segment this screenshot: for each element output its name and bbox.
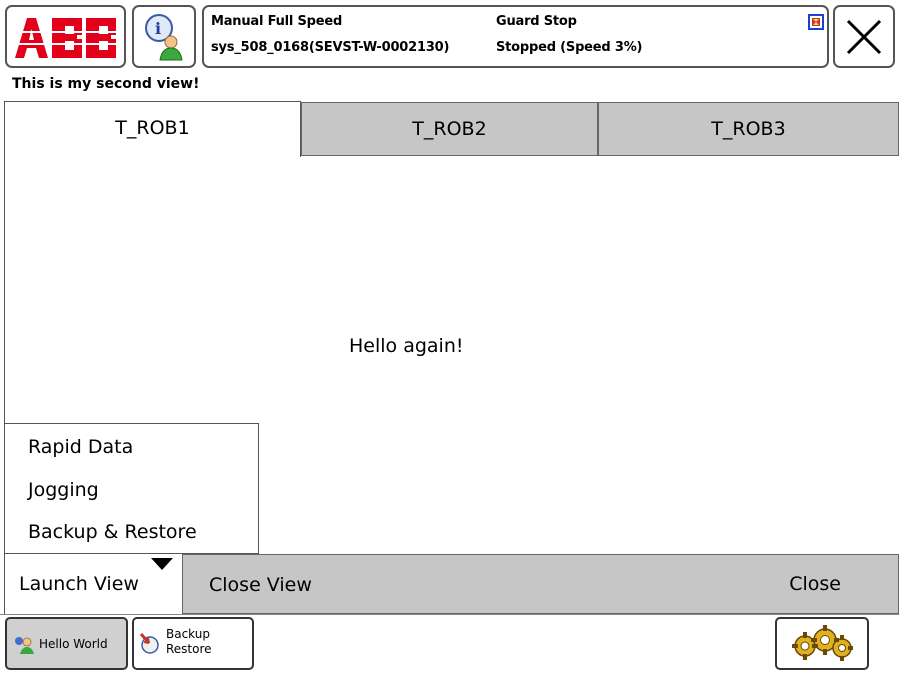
users-icon xyxy=(15,637,34,654)
tab-label: T_ROB3 xyxy=(711,118,786,140)
tab-t-rob1[interactable]: T_ROB1 xyxy=(4,101,301,157)
svg-text:i: i xyxy=(155,19,161,38)
operating-mode: Manual Full Speed xyxy=(211,14,343,29)
status-indicator-icon xyxy=(808,14,824,30)
hello-message: Hello again! xyxy=(349,335,464,357)
gears-icon xyxy=(792,624,853,661)
abb-logo xyxy=(10,17,121,58)
task-backup-restore[interactable]: Backup Restore xyxy=(132,617,254,670)
top-status-bar: i Manual Full Speed Guard Stop sys_508_0… xyxy=(0,0,899,72)
tab-t-rob3[interactable]: T_ROB3 xyxy=(598,102,899,156)
tab-label: T_ROB1 xyxy=(115,117,190,139)
taskbar: Hello World Backup Restore xyxy=(0,614,899,677)
close-button[interactable]: Close xyxy=(789,573,841,595)
abb-menu-button[interactable] xyxy=(5,5,126,68)
menu-caret-icon xyxy=(151,558,173,570)
close-view-button[interactable]: Close View xyxy=(209,574,312,596)
task-hello-world[interactable]: Hello World xyxy=(5,617,128,670)
program-state: Stopped (Speed 3%) xyxy=(496,40,643,55)
system-name: sys_508_0168(SEVST-W-0002130) xyxy=(211,40,450,55)
menu-item-rapid-data[interactable]: Rapid Data xyxy=(28,436,133,458)
view-title: This is my second view! xyxy=(12,76,200,92)
task-label-line1: Backup xyxy=(166,627,210,641)
menu-item-backup-restore[interactable]: Backup & Restore xyxy=(28,521,197,543)
user-info-icon: i xyxy=(145,13,183,60)
status-panel[interactable]: Manual Full Speed Guard Stop sys_508_016… xyxy=(202,5,829,68)
launch-view-button[interactable]: Launch View xyxy=(4,554,182,614)
tab-t-rob2[interactable]: T_ROB2 xyxy=(301,102,598,156)
close-view-x-button[interactable] xyxy=(833,5,895,68)
robot-tabs: T_ROB1 T_ROB2 T_ROB3 xyxy=(4,101,899,157)
menu-item-jogging[interactable]: Jogging xyxy=(28,479,99,501)
controller-state: Guard Stop xyxy=(496,14,577,29)
task-label-line2: Restore xyxy=(166,642,212,656)
close-icon xyxy=(846,19,882,54)
backup-icon xyxy=(139,633,159,654)
settings-button[interactable] xyxy=(775,617,869,670)
command-bar: Launch View Close View Close xyxy=(4,554,899,614)
tab-label: T_ROB2 xyxy=(412,118,487,140)
task-label: Hello World xyxy=(39,637,108,651)
launch-view-label: Launch View xyxy=(19,573,139,595)
info-button[interactable]: i xyxy=(132,5,196,68)
launch-view-menu: Rapid Data Jogging Backup & Restore xyxy=(4,423,259,554)
